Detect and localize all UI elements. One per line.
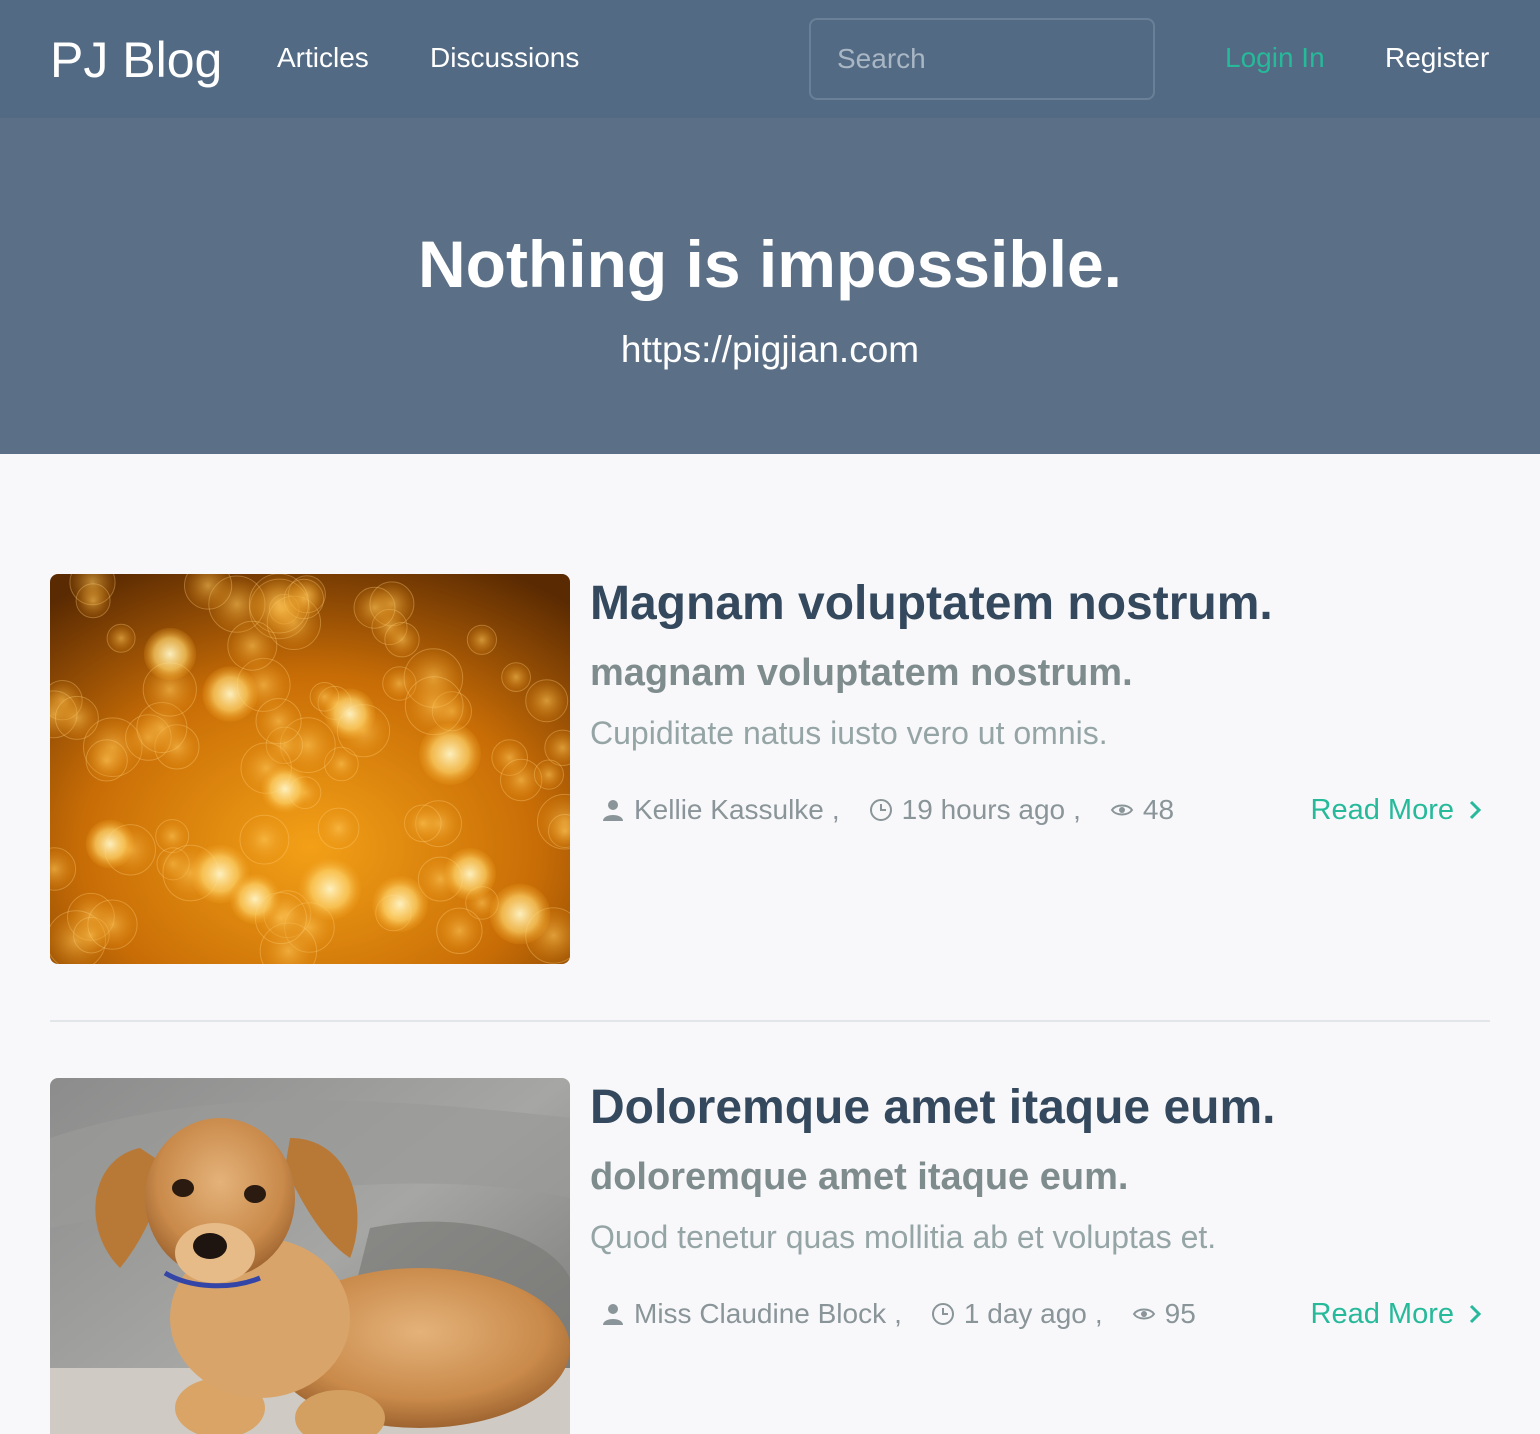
hero-banner: Nothing is impossible. https://pigjian.c…	[0, 118, 1540, 454]
article-excerpt: Quod tenetur quas mollitia ab et volupta…	[590, 1219, 1217, 1255]
user-icon	[598, 795, 628, 825]
brand-logo[interactable]: PJ Blog	[50, 30, 222, 90]
hero-subtitle: https://pigjian.com	[620, 329, 920, 370]
article-excerpt: Cupiditate natus iusto vero ut omnis.	[590, 715, 1108, 751]
article-card: Magnam voluptatem nostrum. magnam volupt…	[50, 574, 1490, 994]
article-card: Doloremque amet itaque eum. doloremque a…	[50, 1078, 1490, 1434]
meta-separator: ,	[894, 1298, 902, 1329]
article-subtitle: doloremque amet itaque eum.	[590, 1156, 1129, 1198]
clock-icon	[866, 795, 896, 825]
chevron-right-icon	[1468, 799, 1482, 821]
puppy-image	[50, 1078, 570, 1434]
meta-separator: ,	[1073, 794, 1081, 825]
article-title[interactable]: Doloremque amet itaque eum.	[590, 1078, 1275, 1138]
article-views: 48	[1142, 794, 1175, 825]
bokeh-lights-image	[50, 574, 570, 964]
article-title[interactable]: Magnam voluptatem nostrum.	[590, 574, 1273, 634]
article-time: 19 hours ago	[901, 794, 1066, 825]
article-divider	[50, 1020, 1490, 1022]
article-thumbnail-bokeh[interactable]	[50, 574, 570, 964]
clock-icon	[928, 1299, 958, 1329]
meta-separator: ,	[1094, 1298, 1103, 1329]
article-subtitle: magnam voluptatem nostrum.	[590, 652, 1133, 694]
search-input[interactable]	[811, 20, 1153, 98]
read-more-label: Read More	[1310, 793, 1454, 826]
article-time: 1 day ago	[963, 1298, 1087, 1329]
hero-title: Nothing is impossible.	[417, 227, 1123, 301]
user-icon	[598, 1299, 628, 1329]
meta-separator: ,	[831, 794, 840, 825]
read-more-link[interactable]: Read More	[1311, 1296, 1482, 1332]
nav-articles-link[interactable]: Articles	[277, 40, 369, 76]
article-thumbnail-puppy[interactable]	[50, 1078, 570, 1434]
nav-discussions-link[interactable]: Discussions	[430, 40, 579, 76]
chevron-right-icon	[1468, 1303, 1482, 1325]
register-link[interactable]: Register	[1385, 40, 1489, 76]
article-meta: Kellie Kassulke , 19 hours ago , 48	[598, 792, 1174, 828]
eye-icon	[1129, 1299, 1159, 1329]
article-author[interactable]: Kellie Kassulke	[634, 794, 824, 826]
top-navbar: PJ Blog Articles Discussions Login In Re…	[0, 0, 1540, 118]
article-meta: Miss Claudine Block , 1 day ago , 95	[598, 1296, 1196, 1332]
read-more-link[interactable]: Read More	[1311, 792, 1482, 828]
eye-icon	[1107, 795, 1137, 825]
search-box	[809, 18, 1155, 100]
article-author[interactable]: Miss Claudine Block	[634, 1298, 886, 1330]
article-views: 95	[1164, 1298, 1196, 1329]
read-more-label: Read More	[1310, 1297, 1454, 1330]
login-link[interactable]: Login In	[1225, 40, 1325, 76]
